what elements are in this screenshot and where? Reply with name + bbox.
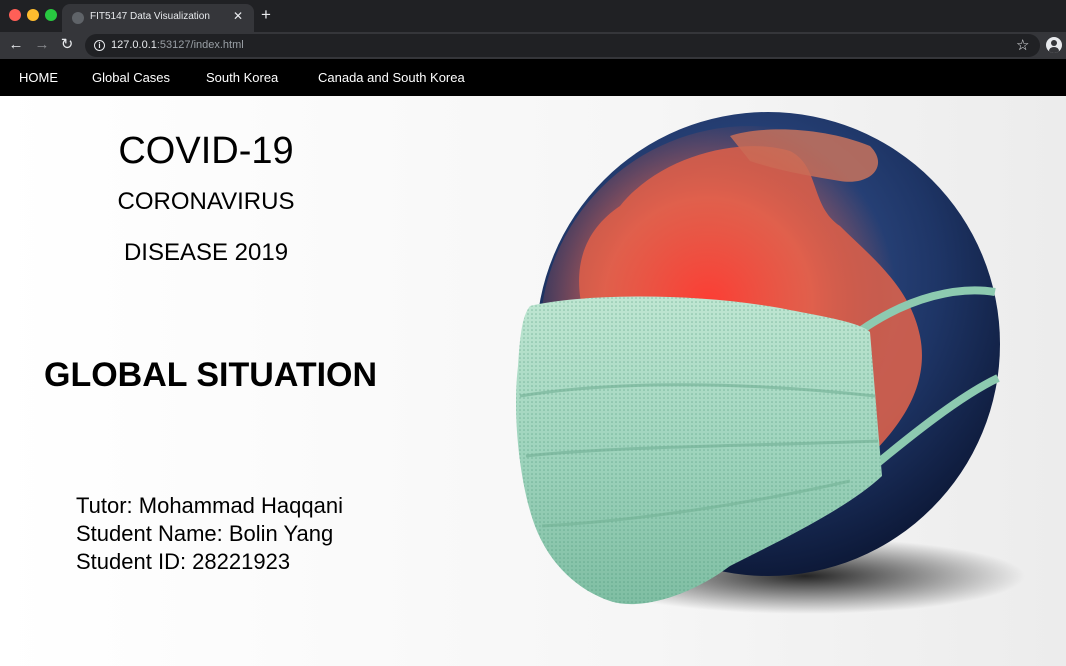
site-navigation: HOME Global Cases South Korea Canada and… [0,59,1066,96]
browser-tab-bar: FIT5147 Data Visualization ✕ + [0,0,1066,32]
close-icon[interactable]: ✕ [233,9,243,23]
new-tab-icon[interactable]: + [261,5,271,25]
page-subtitle-line-1: CORONAVIRUS [117,188,295,215]
window-close-button[interactable] [9,9,21,21]
globe-favicon-icon [72,12,84,24]
tab-title: FIT5147 Data Visualization [90,11,210,22]
nav-home[interactable]: HOME [19,70,58,85]
student-name-text: Student Name: Bolin Yang [76,521,334,546]
back-icon[interactable]: ← [6,35,26,55]
forward-icon[interactable]: → [32,35,52,55]
info-icon[interactable]: i [94,40,105,51]
page-title: COVID-19 [118,130,294,172]
masked-globe-image [515,112,1025,614]
url-path: :53127/index.html [156,39,244,51]
student-id-text: Student ID: 28221923 [76,549,291,574]
reload-icon[interactable]: ↻ [57,35,77,55]
window-minimize-button[interactable] [27,9,39,21]
url-text[interactable]: 127.0.0.1:53127/index.html [111,39,244,51]
address-bar[interactable]: i 127.0.0.1:53127/index.html ☆ [85,34,1040,57]
browser-tab[interactable]: FIT5147 Data Visualization ✕ [62,4,254,32]
window-maximize-button[interactable] [45,9,57,21]
hero-section: COVID-19 CORONAVIRUS DISEASE 2019 GLOBAL… [0,96,1066,666]
tutor-text: Tutor: Mohammad Haqqani [76,493,343,518]
section-heading: GLOBAL SITUATION [44,356,378,394]
page-subtitle-line-2: DISEASE 2019 [123,239,289,266]
nav-canada-and-south-korea[interactable]: Canada and South Korea [318,70,465,85]
nav-global-cases[interactable]: Global Cases [92,70,170,85]
credits-block: Tutor: Mohammad Haqqani Student Name: Bo… [76,492,343,576]
profile-icon[interactable] [1046,37,1062,53]
nav-south-korea[interactable]: South Korea [206,70,278,85]
url-host: 127.0.0.1 [111,39,157,51]
star-icon[interactable]: ☆ [1016,36,1029,54]
browser-toolbar: ← → ↻ i 127.0.0.1:53127/index.html ☆ [0,32,1066,59]
